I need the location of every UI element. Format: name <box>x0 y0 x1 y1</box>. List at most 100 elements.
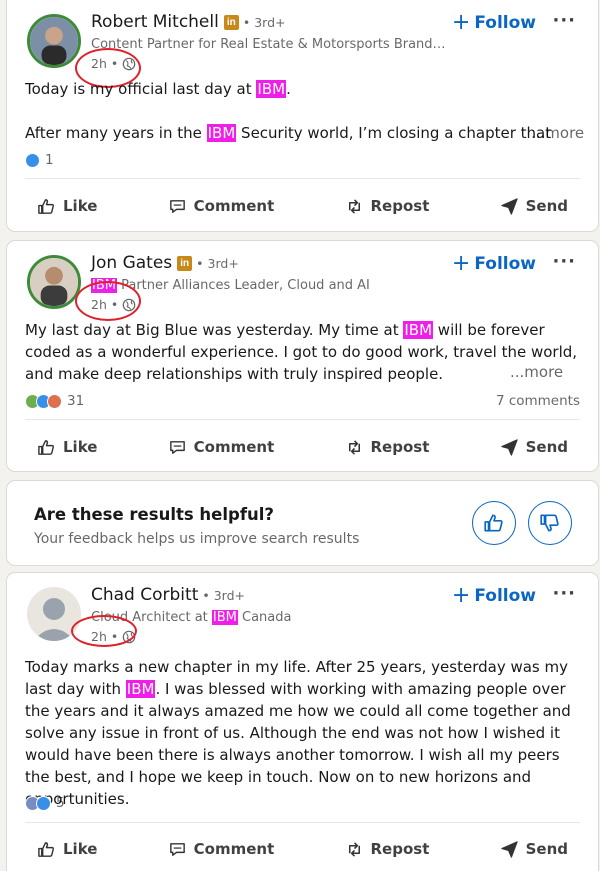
headline-text: Partner Alliances Leader, Cloud and AI <box>116 278 370 293</box>
thumbs-down-icon <box>540 514 559 532</box>
like-label: Like <box>63 840 98 858</box>
plus-icon: + <box>451 251 471 276</box>
highlight-ibm: IBM <box>256 80 287 98</box>
post-text-segment: . I was blessed with working with amazin… <box>25 680 571 808</box>
avatar[interactable] <box>27 14 81 68</box>
comment-label: Comment <box>193 438 275 456</box>
reactions-summary[interactable]: 1 <box>25 152 54 168</box>
avatar[interactable] <box>27 255 81 309</box>
post-card: Jon Gates in • 3rd+ IBM Partner Alliance… <box>6 240 599 472</box>
see-more-link[interactable]: ...more <box>531 122 584 144</box>
comment-icon <box>169 199 185 213</box>
thumbs-up-icon <box>38 198 54 214</box>
post-text: My last day at Big Blue was yesterday. M… <box>25 319 585 385</box>
follow-label: Follow <box>474 13 536 33</box>
divider <box>25 419 580 420</box>
see-more-link[interactable]: ...more <box>510 363 563 381</box>
like-button[interactable]: Like <box>25 189 109 224</box>
post-text-line2: After many years in the IBM Security wor… <box>25 122 585 144</box>
post-text-segment: Security world, I’m closing a chapter th… <box>236 124 552 142</box>
headline-text: Canada <box>237 610 292 625</box>
linkedin-premium-icon: in <box>223 14 239 30</box>
action-bar: Like Comment Repost Send <box>25 829 580 869</box>
like-label: Like <box>63 438 98 456</box>
annotation-circle <box>71 615 137 647</box>
send-button[interactable]: Send <box>488 832 580 867</box>
like-button[interactable]: Like <box>25 832 109 867</box>
author-row: Jon Gates in • 3rd+ <box>91 253 239 273</box>
like-reaction-icon <box>36 795 51 811</box>
send-label: Send <box>525 840 568 858</box>
comment-button[interactable]: Comment <box>156 430 287 465</box>
post-text: Today is my official last day at IBM. <box>25 78 585 100</box>
follow-label: Follow <box>474 586 536 606</box>
send-button[interactable]: Send <box>488 430 580 465</box>
send-icon <box>500 438 518 456</box>
reactions-summary[interactable]: 31 <box>25 393 84 409</box>
send-icon <box>500 840 518 858</box>
comment-icon <box>169 842 185 856</box>
author-row: Robert Mitchell in • 3rd+ <box>91 12 285 32</box>
follow-button[interactable]: + Follow <box>452 253 536 275</box>
author-headline: Content Partner for Real Estate & Motors… <box>91 37 451 52</box>
repost-icon <box>348 439 360 455</box>
helpful-no-button[interactable] <box>528 501 572 545</box>
thumbs-up-icon <box>484 514 503 532</box>
repost-icon <box>348 198 360 214</box>
action-bar: Like Comment Repost Send <box>25 427 580 467</box>
highlight-ibm: IBM <box>403 321 434 339</box>
divider <box>25 822 580 823</box>
repost-icon <box>348 841 360 857</box>
reactions-summary[interactable]: 5 <box>25 795 65 811</box>
follow-button[interactable]: + Follow <box>452 585 536 607</box>
feedback-subtitle: Your feedback helps us improve search re… <box>34 531 360 547</box>
comment-label: Comment <box>193 197 275 215</box>
like-button[interactable]: Like <box>25 430 109 465</box>
connection-degree: • 3rd+ <box>242 14 286 30</box>
feedback-card: Are these results helpful? Your feedback… <box>6 480 599 566</box>
connection-degree: • 3rd+ <box>196 255 239 271</box>
more-options-icon[interactable]: ··· <box>552 10 576 31</box>
repost-label: Repost <box>370 840 430 858</box>
connection-degree: • 3rd+ <box>202 587 246 603</box>
author-name[interactable]: Robert Mitchell <box>91 12 219 32</box>
helpful-yes-button[interactable] <box>472 501 516 545</box>
comments-count[interactable]: 7 comments <box>496 393 580 409</box>
plus-icon: + <box>451 583 471 608</box>
comment-button[interactable]: Comment <box>156 189 287 224</box>
author-name[interactable]: Jon Gates <box>91 253 172 273</box>
more-options-icon[interactable]: ··· <box>552 583 576 604</box>
annotation-circle <box>75 281 141 321</box>
thumbs-up-icon <box>38 841 54 857</box>
post-text-segment: My last day at Big Blue was yesterday. M… <box>25 321 404 339</box>
send-icon <box>500 197 518 215</box>
post-header: Chad Corbitt • 3rd+ Cloud Architect at I… <box>7 573 598 653</box>
post-header: Robert Mitchell in • 3rd+ Content Partne… <box>7 0 598 88</box>
reaction-count: 31 <box>67 393 85 409</box>
linkedin-premium-icon: in <box>177 255 193 271</box>
repost-button[interactable]: Repost <box>333 189 442 224</box>
author-row: Chad Corbitt • 3rd+ <box>91 585 245 605</box>
repost-label: Repost <box>370 438 430 456</box>
reaction-count: 5 <box>56 795 65 811</box>
love-reaction-icon <box>47 393 62 409</box>
plus-icon: + <box>451 10 471 35</box>
post-text-segment: . <box>286 80 291 98</box>
author-name[interactable]: Chad Corbitt <box>91 585 198 605</box>
repost-button[interactable]: Repost <box>333 832 442 867</box>
highlight-ibm: IBM <box>211 610 238 625</box>
post-text-segment: Today is my official last day at <box>25 80 257 98</box>
more-options-icon[interactable]: ··· <box>552 251 576 272</box>
feedback-title: Are these results helpful? <box>34 505 274 524</box>
highlight-ibm: IBM <box>206 124 237 142</box>
repost-button[interactable]: Repost <box>333 430 442 465</box>
like-reaction-icon <box>25 152 40 168</box>
send-label: Send <box>525 438 568 456</box>
comment-button[interactable]: Comment <box>156 832 287 867</box>
send-button[interactable]: Send <box>488 189 580 224</box>
comment-label: Comment <box>193 840 275 858</box>
post-card: Chad Corbitt • 3rd+ Cloud Architect at I… <box>6 572 599 871</box>
repost-label: Repost <box>370 197 430 215</box>
like-label: Like <box>63 197 98 215</box>
follow-button[interactable]: + Follow <box>452 12 536 34</box>
